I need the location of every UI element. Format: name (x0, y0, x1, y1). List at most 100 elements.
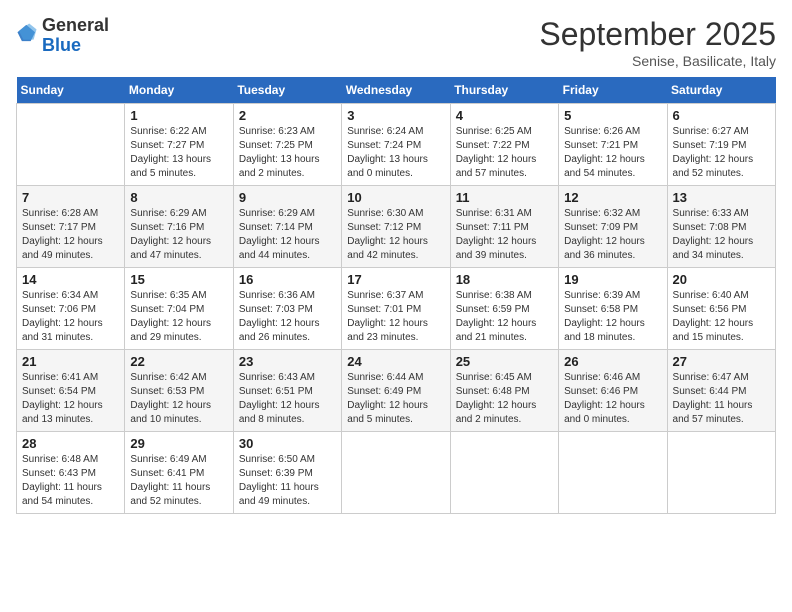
cell-info: Sunrise: 6:36 AMSunset: 7:03 PMDaylight:… (239, 289, 336, 345)
cell-info: Sunrise: 6:34 AMSunset: 7:06 PMDaylight:… (22, 289, 119, 345)
day-number: 11 (456, 190, 553, 205)
day-number: 23 (239, 354, 336, 369)
cell-info: Sunrise: 6:46 AMSunset: 6:46 PMDaylight:… (564, 371, 661, 427)
logo-icon (16, 22, 38, 49)
day-number: 21 (22, 354, 119, 369)
cell-info: Sunrise: 6:37 AMSunset: 7:01 PMDaylight:… (347, 289, 444, 345)
calendar-cell: 18 Sunrise: 6:38 AMSunset: 6:59 PMDayligh… (450, 268, 558, 350)
calendar-cell: 17 Sunrise: 6:37 AMSunset: 7:01 PMDayligh… (342, 268, 450, 350)
week-row: 28Sunrise: 6:48 AMSunset: 6:43 PMDayligh… (17, 432, 776, 514)
cell-info: Sunrise: 6:49 AMSunset: 6:41 PMDaylight:… (130, 453, 227, 509)
calendar-cell: 8 Sunrise: 6:29 AMSunset: 7:16 PMDaylight… (125, 186, 233, 268)
day-number: 14 (22, 272, 119, 287)
cell-info: Sunrise: 6:28 AMSunset: 7:17 PMDaylight:… (22, 207, 119, 263)
calendar-cell: 15 Sunrise: 6:35 AMSunset: 7:04 PMDayligh… (125, 268, 233, 350)
day-number: 17 (347, 272, 444, 287)
week-row: 1 Sunrise: 6:22 AMSunset: 7:27 PMDaylight… (17, 104, 776, 186)
day-number: 26 (564, 354, 661, 369)
calendar-cell: 23 Sunrise: 6:43 AMSunset: 6:51 PMDayligh… (233, 350, 341, 432)
day-number: 12 (564, 190, 661, 205)
day-number: 27 (673, 354, 770, 369)
cell-info: Sunrise: 6:29 AMSunset: 7:14 PMDaylight:… (239, 207, 336, 263)
week-row: 21 Sunrise: 6:41 AMSunset: 6:54 PMDayligh… (17, 350, 776, 432)
cell-info: Sunrise: 6:45 AMSunset: 6:48 PMDaylight:… (456, 371, 553, 427)
header-row: SundayMondayTuesdayWednesdayThursdayFrid… (17, 77, 776, 104)
cell-info: Sunrise: 6:29 AMSunset: 7:16 PMDaylight:… (130, 207, 227, 263)
calendar-cell: 6Sunrise: 6:27 AMSunset: 7:19 PMDaylight… (667, 104, 775, 186)
calendar-cell: 7 Sunrise: 6:28 AMSunset: 7:17 PMDaylight… (17, 186, 125, 268)
cell-info: Sunrise: 6:39 AMSunset: 6:58 PMDaylight:… (564, 289, 661, 345)
calendar-cell: 30 Sunrise: 6:50 AMSunset: 6:39 PMDayligh… (233, 432, 341, 514)
day-number: 6 (673, 108, 770, 123)
day-number: 7 (22, 190, 119, 205)
calendar-cell: 10Sunrise: 6:30 AMSunset: 7:12 PMDayligh… (342, 186, 450, 268)
cell-info: Sunrise: 6:25 AMSunset: 7:22 PMDaylight:… (456, 125, 553, 181)
day-number: 30 (239, 436, 336, 451)
day-number: 29 (130, 436, 227, 451)
cell-info: Sunrise: 6:40 AMSunset: 6:56 PMDaylight:… (673, 289, 770, 345)
month-title: September 2025 (539, 16, 776, 53)
cell-info: Sunrise: 6:22 AMSunset: 7:27 PMDaylight:… (130, 125, 227, 181)
calendar-cell (342, 432, 450, 514)
day-number: 2 (239, 108, 336, 123)
calendar-cell: 14 Sunrise: 6:34 AMSunset: 7:06 PMDayligh… (17, 268, 125, 350)
cell-info: Sunrise: 6:33 AMSunset: 7:08 PMDaylight:… (673, 207, 770, 263)
header-cell-wednesday: Wednesday (342, 77, 450, 104)
day-number: 3 (347, 108, 444, 123)
cell-info: Sunrise: 6:31 AMSunset: 7:11 PMDaylight:… (456, 207, 553, 263)
cell-info: Sunrise: 6:23 AMSunset: 7:25 PMDaylight:… (239, 125, 336, 181)
calendar-table: SundayMondayTuesdayWednesdayThursdayFrid… (16, 77, 776, 514)
header-cell-saturday: Saturday (667, 77, 775, 104)
cell-info: Sunrise: 6:43 AMSunset: 6:51 PMDaylight:… (239, 371, 336, 427)
calendar-cell: 12Sunrise: 6:32 AMSunset: 7:09 PMDayligh… (559, 186, 667, 268)
day-number: 19 (564, 272, 661, 287)
calendar-cell: 21 Sunrise: 6:41 AMSunset: 6:54 PMDayligh… (17, 350, 125, 432)
page-header: General Blue September 2025 Senise, Basi… (16, 16, 776, 69)
calendar-cell: 25Sunrise: 6:45 AMSunset: 6:48 PMDayligh… (450, 350, 558, 432)
day-number: 13 (673, 190, 770, 205)
calendar-cell: 11 Sunrise: 6:31 AMSunset: 7:11 PMDayligh… (450, 186, 558, 268)
calendar-body: 1 Sunrise: 6:22 AMSunset: 7:27 PMDaylight… (17, 104, 776, 514)
day-number: 4 (456, 108, 553, 123)
calendar-cell (17, 104, 125, 186)
calendar-cell: 28Sunrise: 6:48 AMSunset: 6:43 PMDayligh… (17, 432, 125, 514)
cell-info: Sunrise: 6:42 AMSunset: 6:53 PMDaylight:… (130, 371, 227, 427)
day-number: 1 (130, 108, 227, 123)
week-row: 7 Sunrise: 6:28 AMSunset: 7:17 PMDaylight… (17, 186, 776, 268)
day-number: 9 (239, 190, 336, 205)
calendar-cell: 4 Sunrise: 6:25 AMSunset: 7:22 PMDaylight… (450, 104, 558, 186)
day-number: 10 (347, 190, 444, 205)
logo: General Blue (16, 16, 109, 56)
calendar-cell: 9 Sunrise: 6:29 AMSunset: 7:14 PMDaylight… (233, 186, 341, 268)
cell-info: Sunrise: 6:26 AMSunset: 7:21 PMDaylight:… (564, 125, 661, 181)
calendar-cell: 27 Sunrise: 6:47 AMSunset: 6:44 PMDayligh… (667, 350, 775, 432)
cell-info: Sunrise: 6:41 AMSunset: 6:54 PMDaylight:… (22, 371, 119, 427)
day-number: 18 (456, 272, 553, 287)
calendar-cell: 2 Sunrise: 6:23 AMSunset: 7:25 PMDaylight… (233, 104, 341, 186)
calendar-cell: 19 Sunrise: 6:39 AMSunset: 6:58 PMDayligh… (559, 268, 667, 350)
cell-info: Sunrise: 6:24 AMSunset: 7:24 PMDaylight:… (347, 125, 444, 181)
day-number: 28 (22, 436, 119, 451)
location-subtitle: Senise, Basilicate, Italy (539, 53, 776, 69)
cell-info: Sunrise: 6:44 AMSunset: 6:49 PMDaylight:… (347, 371, 444, 427)
title-block: September 2025 Senise, Basilicate, Italy (539, 16, 776, 69)
cell-info: Sunrise: 6:38 AMSunset: 6:59 PMDaylight:… (456, 289, 553, 345)
header-cell-sunday: Sunday (17, 77, 125, 104)
day-number: 8 (130, 190, 227, 205)
calendar-cell: 22 Sunrise: 6:42 AMSunset: 6:53 PMDayligh… (125, 350, 233, 432)
calendar-cell: 26 Sunrise: 6:46 AMSunset: 6:46 PMDayligh… (559, 350, 667, 432)
logo-text: General Blue (42, 16, 109, 56)
calendar-cell: 20Sunrise: 6:40 AMSunset: 6:56 PMDayligh… (667, 268, 775, 350)
header-cell-thursday: Thursday (450, 77, 558, 104)
calendar-cell: 16Sunrise: 6:36 AMSunset: 7:03 PMDayligh… (233, 268, 341, 350)
day-number: 22 (130, 354, 227, 369)
cell-info: Sunrise: 6:50 AMSunset: 6:39 PMDaylight:… (239, 453, 336, 509)
calendar-header: SundayMondayTuesdayWednesdayThursdayFrid… (17, 77, 776, 104)
calendar-cell: 29 Sunrise: 6:49 AMSunset: 6:41 PMDayligh… (125, 432, 233, 514)
day-number: 15 (130, 272, 227, 287)
cell-info: Sunrise: 6:47 AMSunset: 6:44 PMDaylight:… (673, 371, 770, 427)
calendar-cell (559, 432, 667, 514)
day-number: 24 (347, 354, 444, 369)
header-cell-tuesday: Tuesday (233, 77, 341, 104)
cell-info: Sunrise: 6:35 AMSunset: 7:04 PMDaylight:… (130, 289, 227, 345)
